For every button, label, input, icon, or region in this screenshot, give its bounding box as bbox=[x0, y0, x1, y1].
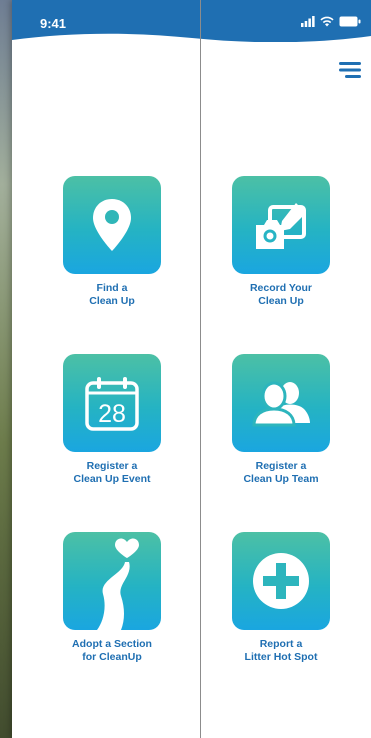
status-icons bbox=[301, 14, 361, 28]
report-hotspot-tile[interactable]: Report a Litter Hot Spot bbox=[231, 532, 331, 664]
hamburger-menu-icon[interactable] bbox=[339, 62, 361, 78]
wifi-icon bbox=[320, 16, 334, 26]
register-event-button[interactable]: 28 bbox=[63, 354, 161, 452]
map-pin-icon bbox=[93, 199, 131, 251]
camera-edit-icon bbox=[256, 203, 306, 249]
register-team-tile[interactable]: Register a Clean Up Team bbox=[231, 354, 331, 486]
status-bar: 9:41 bbox=[12, 0, 371, 42]
header-wave bbox=[12, 33, 371, 42]
heart-road-icon bbox=[97, 538, 139, 630]
report-hotspot-label: Report a Litter Hot Spot bbox=[244, 638, 318, 663]
center-divider bbox=[200, 0, 201, 738]
report-hotspot-button[interactable] bbox=[232, 532, 330, 630]
register-team-label: Register a Clean Up Team bbox=[243, 460, 319, 485]
register-event-label: Register a Clean Up Event bbox=[73, 460, 151, 485]
calendar-icon: 28 bbox=[85, 377, 139, 431]
find-cleanup-tile[interactable]: Find a Clean Up bbox=[62, 176, 162, 308]
find-cleanup-button[interactable] bbox=[63, 176, 161, 274]
register-event-tile[interactable]: 28 Register a Clean Up Event bbox=[62, 354, 162, 486]
calendar-day: 28 bbox=[98, 400, 126, 428]
team-icon bbox=[252, 381, 310, 427]
battery-icon bbox=[339, 16, 361, 26]
plus-circle-icon bbox=[253, 553, 309, 609]
record-cleanup-label: Record Your Clean Up bbox=[249, 282, 313, 307]
adopt-section-button[interactable] bbox=[63, 532, 161, 630]
register-team-button[interactable] bbox=[232, 354, 330, 452]
record-cleanup-tile[interactable]: Record Your Clean Up bbox=[231, 176, 331, 308]
record-cleanup-button[interactable] bbox=[232, 176, 330, 274]
find-cleanup-label: Find a Clean Up bbox=[89, 282, 135, 307]
adopt-section-label: Adopt a Section for CleanUp bbox=[72, 638, 152, 663]
signal-icon bbox=[301, 15, 315, 27]
app-screen: 9:41 Find a Clean Up Record Your Clean U… bbox=[12, 0, 371, 738]
adopt-section-tile[interactable]: Adopt a Section for CleanUp bbox=[62, 532, 162, 664]
